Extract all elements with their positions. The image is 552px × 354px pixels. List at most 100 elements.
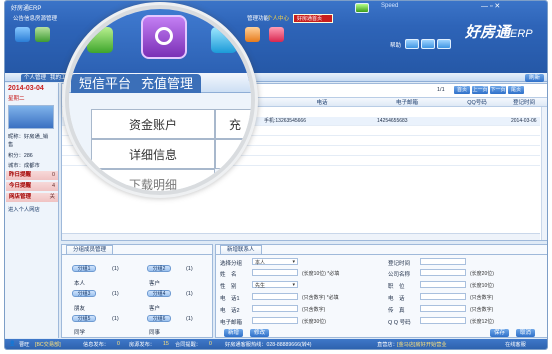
fax-input[interactable]: [420, 305, 466, 312]
vertical-scrollbar[interactable]: [541, 107, 547, 240]
reminder-yesterday[interactable]: 昨日提醒 0: [6, 171, 58, 180]
modify-button[interactable]: 修改: [250, 329, 270, 337]
lens-tab-sms[interactable]: 短信平台: [71, 74, 140, 93]
col-date[interactable]: 登记时间: [502, 98, 546, 108]
group-count-2: (1): [186, 266, 193, 272]
pager-prev[interactable]: 上一页: [472, 86, 488, 94]
lens-cell-detail[interactable]: 详细信息: [91, 139, 215, 169]
pager-text: 1/1: [437, 87, 445, 93]
reminder-today[interactable]: 今日提醒 4: [6, 182, 58, 191]
lens-cell-recharge[interactable]: 充: [215, 109, 251, 139]
group-tag-1[interactable]: 分组1: [72, 265, 96, 272]
status-shop-label: 直营店：: [377, 342, 398, 348]
company-input[interactable]: [420, 269, 466, 276]
phone1-input[interactable]: [252, 293, 298, 300]
tel-label: 电 话: [388, 296, 405, 302]
magnifier-lens: 短信平台 充值管理 资金账户 充 详细信息 下载明细: [65, 5, 255, 195]
lens-sms-icon[interactable]: [141, 15, 187, 59]
add-button[interactable]: 新增: [224, 329, 244, 337]
online-icon[interactable]: [355, 3, 369, 13]
reg-time-input[interactable]: [420, 258, 466, 265]
name-label: 姓 名: [220, 272, 237, 278]
brand-title-suffix: ERP: [29, 6, 42, 12]
position-label: 职 位: [388, 284, 405, 290]
jujia-label[interactable]: 个人中心: [267, 14, 289, 22]
menu-item-1[interactable]: 房源管理: [35, 14, 57, 22]
col-phone[interactable]: 电话: [292, 98, 352, 108]
group-tag-5[interactable]: 分组5: [72, 315, 96, 322]
status-contract-count: 0: [209, 341, 212, 347]
group-name-5: 同学: [74, 330, 86, 336]
save-button[interactable]: 保存: [490, 329, 510, 337]
group-name-1: 本人: [74, 281, 86, 287]
notice-icon[interactable]: [15, 27, 30, 42]
help-link[interactable]: 帮助: [390, 41, 401, 49]
current-weekday: 星期二: [8, 96, 25, 102]
fax-label: 传 真: [388, 308, 405, 314]
email-input[interactable]: [252, 317, 298, 324]
phone2-input[interactable]: [252, 305, 298, 312]
group-tag-6[interactable]: 分组6: [147, 315, 171, 322]
position-input[interactable]: [420, 281, 466, 288]
lens-tool-icon: [211, 27, 237, 53]
col-qq[interactable]: QQ号码: [457, 98, 497, 108]
qq-label: Q Q 号码: [388, 320, 411, 326]
user-nickname: 昵称：好房通_销: [8, 134, 49, 140]
lens-tab-recharge[interactable]: 充值管理: [133, 74, 202, 93]
group-name-4: 客户: [149, 306, 161, 312]
user-nickname-cont: 售: [8, 142, 14, 148]
group-name-3: 朋友: [74, 306, 86, 312]
house-icon[interactable]: [35, 27, 50, 42]
pager-next[interactable]: 下一页: [490, 86, 506, 94]
col-email[interactable]: 电子邮箱: [372, 98, 442, 108]
email-label: 电子邮箱: [220, 320, 243, 326]
status-info-label: 信息发布：: [83, 342, 109, 348]
status-house-label: 房源发布：: [129, 342, 155, 348]
phone2-label: 电 话2: [220, 308, 240, 314]
tool-icon-c[interactable]: [437, 39, 451, 49]
group-name-2: 客户: [149, 281, 161, 287]
group-count-6: (1): [186, 316, 193, 322]
tab-personal[interactable]: 个人管理: [21, 74, 50, 82]
brand-logo: 好房通ERP: [465, 24, 533, 41]
name-input[interactable]: [252, 269, 298, 276]
window-controls[interactable]: — ▫ ✕: [481, 2, 500, 10]
tel-hint: (只含数字): [470, 295, 494, 301]
cell-date: 2014-03-06: [511, 118, 537, 124]
tab-add-contact[interactable]: 新增联系人: [220, 245, 262, 254]
tool-icon-a[interactable]: [405, 39, 419, 49]
group-tag-3[interactable]: 分组3: [72, 290, 96, 297]
user-avatar: [8, 105, 54, 129]
favorite-button[interactable]: 好房通首页: [293, 14, 333, 23]
phone2-hint: (只含数字): [302, 307, 326, 313]
menu-item-0[interactable]: 公告信息: [13, 14, 35, 22]
online-service-link[interactable]: 在线客服: [505, 341, 526, 348]
tab-group-manage[interactable]: 分组成员管理: [66, 245, 114, 254]
sex-label: 性 别: [220, 284, 237, 290]
pager-first[interactable]: 首页: [454, 86, 470, 94]
horizontal-scrollbar[interactable]: [62, 233, 540, 240]
status-contract-label: 合同提醒：: [175, 342, 201, 348]
refresh-button[interactable]: 刷新: [525, 74, 545, 82]
pager-last[interactable]: 尾页: [508, 86, 524, 94]
cancel-button[interactable]: 取消: [516, 329, 536, 337]
qq-hint: (长度12位): [470, 319, 494, 325]
lens-cell-account[interactable]: 资金账户: [91, 109, 215, 139]
sex-dropdown[interactable]: 先生 ▾: [252, 281, 298, 289]
group-tag-2[interactable]: 分组2: [147, 265, 171, 272]
tool-icon-b[interactable]: [421, 39, 435, 49]
enter-store-link[interactable]: 进入个人网店: [8, 205, 40, 213]
group-tag-4[interactable]: 分组4: [147, 290, 171, 297]
fax-hint: (只含数字): [470, 307, 494, 313]
store-manage[interactable]: 网店管理关: [6, 193, 58, 202]
select-group-dropdown[interactable]: 本人 ▾: [252, 258, 298, 266]
left-panel: 2014-03-04 星期二 昵称：好房通_销 售 积分：286 城市：成都市 …: [5, 83, 59, 338]
status-dept: [BC交易部]: [35, 342, 61, 348]
tel-input[interactable]: [420, 293, 466, 300]
company-hint: (长度20位): [470, 271, 494, 277]
mall-icon[interactable]: [269, 27, 284, 42]
qq-input[interactable]: [420, 317, 466, 324]
window-title: 好房通ERP: [11, 3, 41, 12]
status-user: 曹旺: [19, 342, 30, 348]
group-count-4: (1): [186, 291, 193, 297]
